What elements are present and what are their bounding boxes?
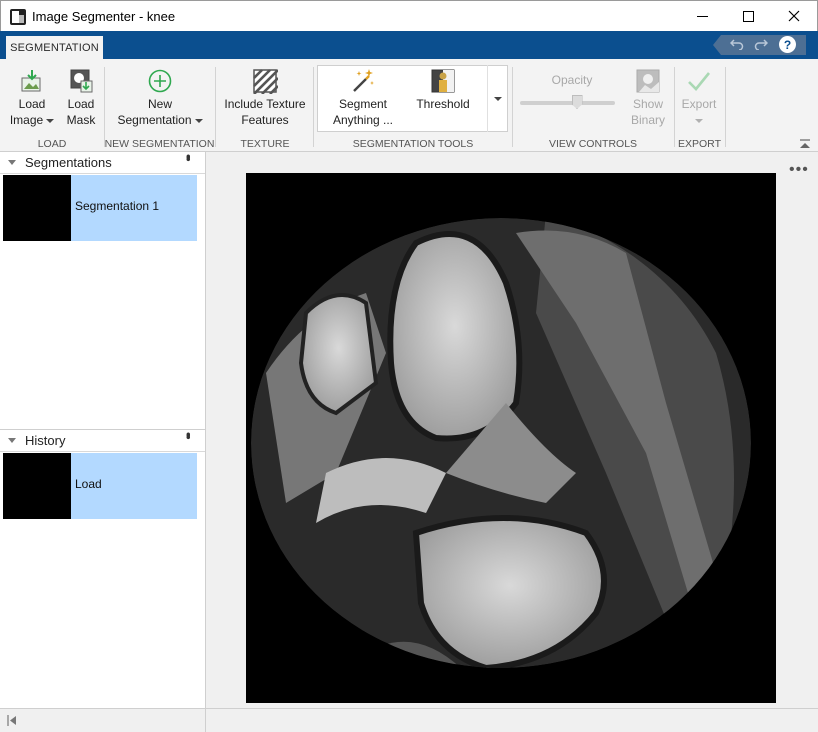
minimize-button[interactable] (679, 1, 725, 31)
collapse-ribbon-button[interactable] (799, 138, 811, 148)
segment-anything-label-2: Anything ... (332, 113, 394, 127)
group-label-load: LOAD (37, 138, 67, 150)
load-image-button[interactable]: Load Image (8, 68, 56, 128)
undo-button[interactable] (728, 35, 746, 53)
load-mask-label-2: Mask (66, 113, 96, 127)
threshold-label: Threshold (416, 97, 470, 111)
new-segmentation-button[interactable]: New Segmentation (108, 68, 212, 128)
window-title: Image Segmenter - knee (32, 9, 176, 24)
load-mask-label-1: Load (67, 97, 95, 111)
title-bar: Image Segmenter - knee (0, 0, 818, 31)
collapse-icon (800, 139, 810, 148)
opacity-slider-thumb[interactable] (571, 95, 583, 109)
show-binary-icon (636, 69, 660, 93)
group-label-new-segmentation: NEW SEGMENTATION (104, 138, 215, 150)
collapse-left-icon[interactable] (7, 715, 17, 726)
segmentation-item-label: Segmentation 1 (75, 199, 160, 213)
history-panel-header[interactable]: History ••• (0, 430, 205, 452)
include-texture-label-1: Include Texture (224, 97, 306, 111)
maximize-button[interactable] (725, 1, 771, 31)
status-bar-left (0, 709, 206, 732)
include-texture-button[interactable]: Include Texture Features (219, 68, 311, 128)
history-panel-title: History (25, 433, 66, 448)
show-binary-label-1: Show (632, 97, 664, 111)
separator (725, 67, 726, 147)
chevron-down-icon (494, 96, 502, 101)
checkmark-icon (688, 72, 711, 91)
gallery-expand-button[interactable] (487, 65, 508, 132)
export-button[interactable]: Export (678, 68, 720, 128)
show-binary-button[interactable]: Show Binary (625, 68, 671, 128)
group-label-export: EXPORT (678, 138, 721, 150)
redo-button[interactable] (752, 35, 770, 53)
separator (313, 67, 314, 147)
opacity-label: Opacity (551, 73, 593, 87)
show-binary-label-2: Binary (630, 113, 665, 127)
magic-wand-icon (353, 69, 374, 92)
more-options-icon[interactable]: ••• (789, 161, 809, 179)
threshold-icon (431, 69, 455, 93)
history-list-item[interactable]: Load (3, 453, 197, 519)
export-label: Export (681, 97, 717, 111)
collapse-triangle-icon[interactable] (8, 438, 16, 443)
redo-icon (754, 39, 768, 50)
texture-icon (253, 69, 278, 94)
close-button[interactable] (771, 1, 817, 31)
chevron-down-icon (46, 118, 55, 123)
load-mask-icon (70, 69, 93, 93)
toolstrip: Load Image Load Mask LOAD New Segmentati… (0, 59, 818, 152)
segment-anything-button[interactable]: Segment Anything ... (327, 68, 399, 128)
threshold-button[interactable]: Threshold (406, 68, 480, 112)
kebab-menu-icon[interactable]: ••• (181, 432, 196, 437)
segmentations-panel-header[interactable]: Segmentations ••• (0, 152, 205, 174)
separator (104, 67, 105, 147)
opacity-slider[interactable] (520, 101, 615, 105)
load-mask-button[interactable]: Load Mask (61, 68, 101, 128)
app-icon (10, 9, 26, 25)
undo-icon (730, 39, 744, 50)
left-panel: Segmentations ••• Segmentation 1 History… (0, 152, 206, 708)
history-item-label: Load (75, 477, 102, 491)
segmentation-list-item[interactable]: Segmentation 1 (3, 175, 197, 241)
image-canvas-pane: ••• (206, 152, 818, 708)
group-label-view-controls: VIEW CONTROLS (548, 138, 638, 150)
segmentation-thumbnail (3, 175, 71, 241)
new-segmentation-label-1: New (147, 97, 172, 111)
chevron-down-icon (695, 118, 703, 123)
knee-mri-picture (246, 173, 776, 703)
kebab-menu-icon[interactable]: ••• (181, 154, 196, 159)
plus-circle-icon (148, 69, 172, 93)
separator (674, 67, 675, 147)
group-label-texture: TEXTURE (240, 138, 290, 150)
load-image-label-2: Image (9, 113, 44, 127)
minimize-icon (696, 15, 708, 17)
help-icon: ? (783, 37, 792, 52)
segmentations-panel-title: Segmentations (25, 155, 112, 170)
help-button[interactable]: ? (779, 36, 796, 53)
knee-mri-image[interactable] (246, 173, 776, 703)
separator (512, 67, 513, 147)
status-bar (0, 708, 818, 732)
group-label-segmentation-tools: SEGMENTATION TOOLS (352, 138, 474, 150)
separator (215, 67, 216, 147)
maximize-icon (742, 10, 754, 22)
close-icon (788, 10, 800, 22)
new-segmentation-label-2: Segmentation (117, 113, 192, 127)
history-thumbnail (3, 453, 71, 519)
segment-anything-label-1: Segment (338, 97, 388, 111)
include-texture-label-2: Features (241, 113, 289, 127)
collapse-triangle-icon[interactable] (8, 160, 16, 165)
ribbon-tab-strip: SEGMENTATION ? (0, 31, 818, 59)
load-image-icon (21, 70, 41, 92)
tab-segmentation[interactable]: SEGMENTATION (6, 36, 103, 59)
chevron-down-icon (194, 118, 203, 123)
load-image-label-1: Load (18, 97, 46, 111)
